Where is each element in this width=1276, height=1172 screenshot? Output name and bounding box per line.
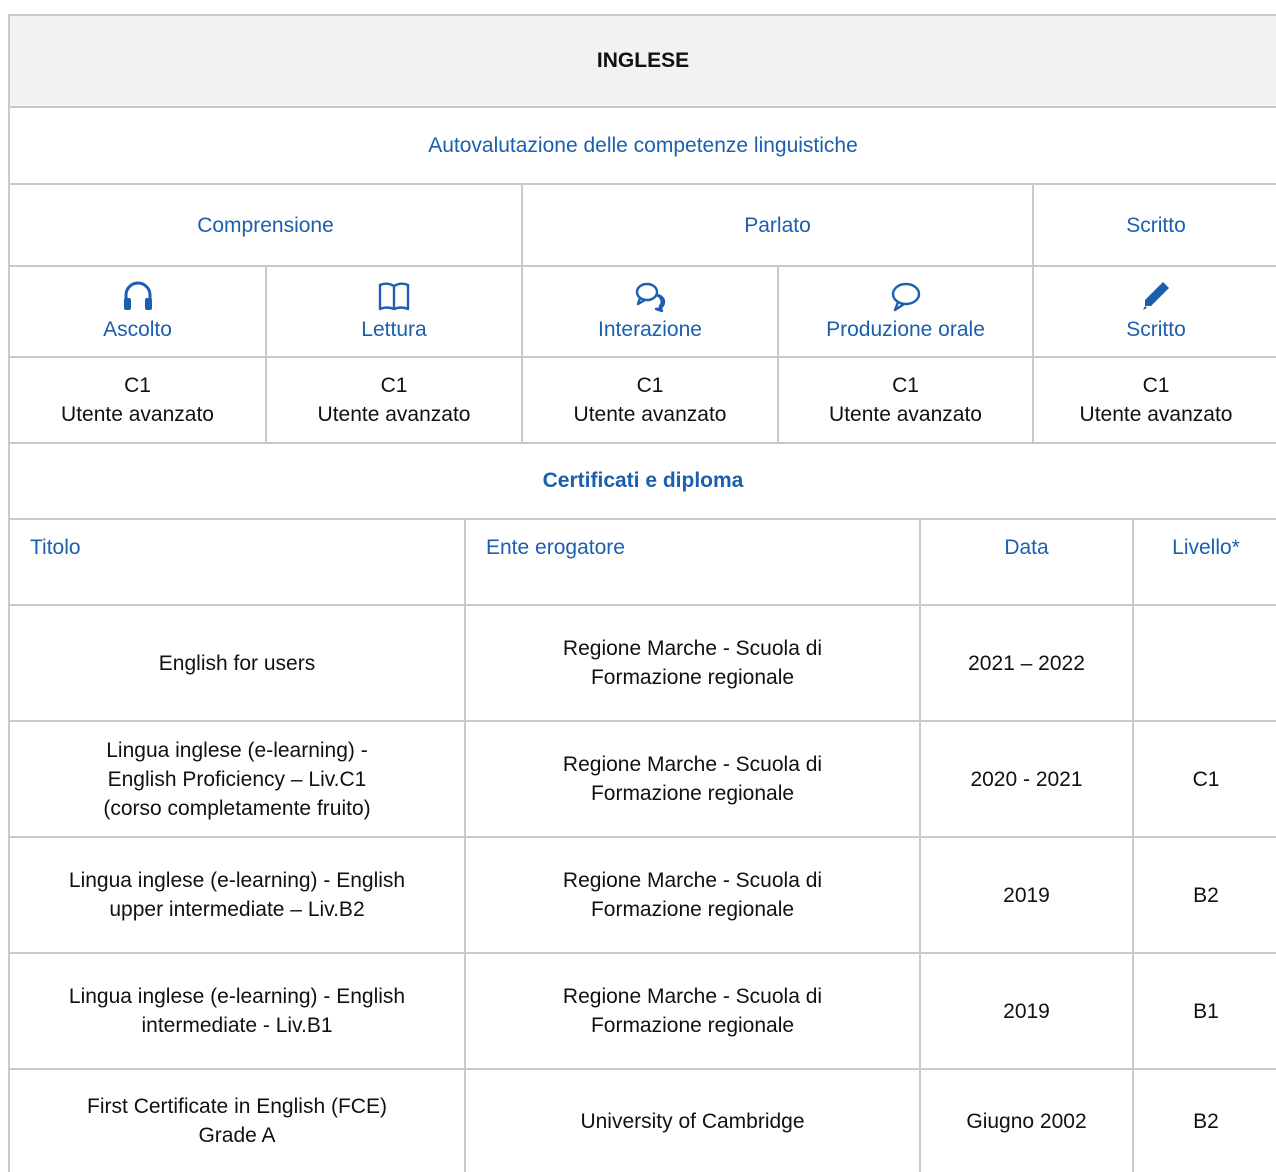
certificate-issuer-line: Formazione regionale: [590, 666, 795, 689]
book-icon: [378, 282, 410, 311]
certificate-row: First Certificate in English (FCE) Grade …: [8, 1070, 1276, 1172]
certificate-issuer-line: Formazione regionale: [590, 782, 795, 805]
skill-label: Lettura: [361, 318, 427, 341]
certificate-row: Lingua inglese (e-learning) - English upp…: [8, 838, 1276, 954]
certificate-date: 2020 - 2021: [919, 722, 1132, 836]
certificate-issuer-line: Regione Marche - Scuola di: [562, 753, 823, 776]
level-description: Utente avanzato: [573, 403, 727, 426]
certificate-title-line: English for users: [158, 651, 316, 675]
certificate-date: 2021 – 2022: [919, 606, 1132, 720]
column-data: Data: [919, 520, 1132, 604]
certificate-title-line: Lingua inglese (e-learning) - English: [68, 869, 406, 892]
level-description: Utente avanzato: [1079, 403, 1233, 426]
certificate-title: Lingua inglese (e-learning) - English Pro…: [10, 722, 464, 836]
skill-produzione-orale: Produzione orale: [777, 267, 1032, 356]
certificate-issuer-line: University of Cambridge: [580, 1109, 805, 1133]
certificates-header-row: Certificati e diploma: [8, 444, 1276, 520]
pencil-icon: [1143, 282, 1169, 310]
level-description: Utente avanzato: [317, 403, 471, 426]
certificates-title: Certificati e diploma: [542, 469, 744, 492]
certificate-date: Giugno 2002: [919, 1070, 1132, 1172]
level-ascolto: C1 Utente avanzato: [10, 358, 265, 442]
level-scritto: C1 Utente avanzato: [1032, 358, 1276, 442]
level-lettura: C1 Utente avanzato: [265, 358, 521, 442]
certificate-row: Lingua inglese (e-learning) - English int…: [8, 954, 1276, 1070]
level-description: Utente avanzato: [61, 403, 214, 426]
certificate-issuer-line: Formazione regionale: [590, 1014, 795, 1037]
chat-bubbles-icon: [635, 282, 666, 313]
certificates-columns-row: Titolo Ente erogatore Data Livello*: [8, 520, 1276, 606]
language-header-row: INGLESE: [8, 14, 1276, 108]
certificate-issuer: Regione Marche - Scuola di Formazione reg…: [464, 954, 919, 1068]
level-code: C1: [1142, 374, 1170, 397]
certificate-title-line: upper intermediate – Liv.B2: [109, 898, 365, 921]
certificate-level: [1132, 606, 1276, 720]
group-scritto: Scritto: [1032, 185, 1276, 265]
skill-scritto: Scritto: [1032, 267, 1276, 356]
certificate-title-line: First Certificate in English (FCE): [87, 1095, 387, 1118]
certificate-title-line: Lingua inglese (e-learning) -: [106, 738, 368, 762]
column-ente: Ente erogatore: [464, 520, 919, 604]
certificate-title-line: Lingua inglese (e-learning) - English: [68, 985, 406, 1008]
skill-label: Interazione: [598, 318, 702, 341]
certificate-title-line: English Proficiency – Liv.C1: [107, 767, 367, 791]
skill-groups-row: Comprensione Parlato Scritto: [8, 185, 1276, 267]
level-code: C1: [636, 374, 664, 397]
level-code: C1: [380, 374, 408, 397]
certificate-row: English for users Regione Marche - Scuola…: [8, 606, 1276, 722]
skill-label: Produzione orale: [826, 318, 985, 341]
certificate-issuer: University of Cambridge: [464, 1070, 919, 1172]
skill-interazione: Interazione: [521, 267, 777, 356]
level-code: C1: [892, 374, 919, 397]
certificate-title-line: intermediate - Liv.B1: [141, 1014, 333, 1037]
skill-label: Scritto: [1126, 318, 1186, 341]
certificate-issuer: Regione Marche - Scuola di Formazione reg…: [464, 606, 919, 720]
language-table: INGLESE Autovalutazione delle competenze…: [8, 14, 1276, 1172]
speech-bubble-icon: [891, 282, 920, 312]
certificate-title: English for users: [10, 606, 464, 720]
level-description: Utente avanzato: [829, 403, 982, 426]
self-assessment-title: Autovalutazione delle competenze linguis…: [428, 133, 858, 157]
headphones-icon: [123, 281, 152, 310]
certificate-title-line: (corso completamente fruito): [103, 796, 371, 820]
self-assessment-row: Autovalutazione delle competenze linguis…: [8, 108, 1276, 185]
level-code: C1: [124, 374, 151, 397]
column-livello: Livello*: [1132, 520, 1276, 604]
certificate-row: Lingua inglese (e-learning) - English Pro…: [8, 722, 1276, 838]
skill-ascolto: Ascolto: [10, 267, 265, 356]
skills-row: Ascolto Lettura Interazione Produzione o…: [8, 267, 1276, 358]
language-title: INGLESE: [596, 49, 690, 72]
levels-row: C1 Utente avanzato C1 Utente avanzato C1…: [8, 358, 1276, 444]
certificate-level: B2: [1132, 838, 1276, 952]
certificate-title: First Certificate in English (FCE) Grade …: [10, 1070, 464, 1172]
certificate-issuer: Regione Marche - Scuola di Formazione reg…: [464, 722, 919, 836]
certificate-issuer-line: Formazione regionale: [590, 898, 795, 921]
skill-lettura: Lettura: [265, 267, 521, 356]
skill-label: Ascolto: [103, 318, 172, 341]
certificate-title: Lingua inglese (e-learning) - English int…: [10, 954, 464, 1068]
certificate-date: 2019: [919, 954, 1132, 1068]
level-produzione-orale: C1 Utente avanzato: [777, 358, 1032, 442]
column-titolo: Titolo: [30, 536, 81, 559]
certificate-issuer-line: Regione Marche - Scuola di: [562, 869, 823, 892]
certificate-issuer-line: Regione Marche - Scuola di: [562, 637, 823, 660]
certificate-issuer: Regione Marche - Scuola di Formazione reg…: [464, 838, 919, 952]
certificates-list: English for users Regione Marche - Scuola…: [8, 606, 1276, 1172]
certificate-level: B1: [1132, 954, 1276, 1068]
certificate-level: C1: [1132, 722, 1276, 836]
group-parlato: Parlato: [521, 185, 1032, 265]
certificate-title-line: Grade A: [198, 1124, 276, 1147]
certificate-level: B2: [1132, 1070, 1276, 1172]
group-comprensione: Comprensione: [197, 213, 334, 237]
certificate-date: 2019: [919, 838, 1132, 952]
certificate-issuer-line: Regione Marche - Scuola di: [562, 985, 823, 1008]
level-interazione: C1 Utente avanzato: [521, 358, 777, 442]
certificate-title: Lingua inglese (e-learning) - English upp…: [10, 838, 464, 952]
